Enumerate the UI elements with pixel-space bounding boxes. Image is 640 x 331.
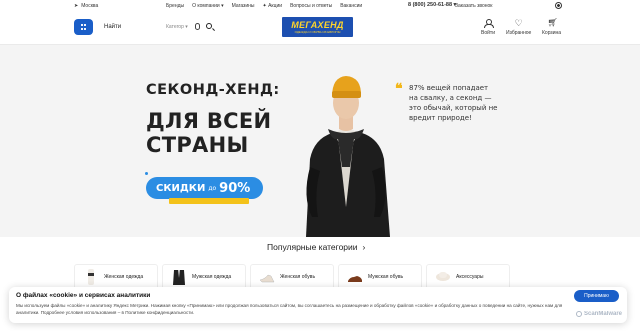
site-logo[interactable]: МЕГАХЕНД ОДЕЖДА И ОБУВЬ ИЗ ЕВРОПЫ (282, 17, 353, 37)
favorites-label: Избранное (506, 30, 532, 36)
top-link-brands[interactable]: Бренды (166, 3, 184, 9)
search-icon[interactable] (206, 23, 212, 29)
grid-icon (80, 24, 87, 30)
sale-note-strip (169, 198, 249, 204)
location-arrow-icon: ➤ (74, 3, 79, 9)
city-label: Москва (81, 3, 99, 9)
cart-button[interactable]: 🛒︎ Корзина (542, 18, 562, 37)
top-link-about[interactable]: О компании ▾ (192, 3, 223, 9)
cart-icon: 🛒︎ (547, 18, 558, 27)
chevron-right-icon: › (362, 242, 366, 252)
hero-title: СЕКОНД-ХЕНД: (146, 82, 280, 98)
phone-number[interactable]: 8 (800) 250-61-88 ▾ (408, 2, 456, 8)
microphone-icon[interactable] (195, 23, 200, 30)
login-label: Войти (481, 30, 495, 36)
category-label: Мужская одежда (192, 274, 232, 280)
watermark: ScanMalware (576, 311, 622, 317)
accessories-icon (436, 272, 450, 281)
cookie-text: Мы используем файлы «cookie» и аналитику… (16, 303, 563, 315)
page: ➤ Москва Бренды О компании ▾ Магазины ✦ … (0, 0, 640, 331)
hero-model-image (306, 76, 390, 237)
sparkle-icon (145, 172, 148, 175)
theme-toggle-icon[interactable] (555, 2, 562, 9)
sale-value: 90% (219, 180, 251, 196)
category-label: Женская обувь (280, 274, 316, 280)
hero-subtitle: ДЛЯ ВСЕЙ СТРАНЫ (146, 109, 271, 157)
user-icon (484, 19, 494, 28)
logo-wordmark: МЕГАХЕНД (291, 19, 344, 30)
top-bar: ➤ Москва Бренды О компании ▾ Магазины ✦ … (0, 0, 640, 12)
sale-do: до (208, 184, 217, 192)
watermark-label: ScanMalware (584, 311, 623, 317)
top-link-faq[interactable]: Вопросы и ответы (290, 3, 332, 9)
hero-subtitle-line1: ДЛЯ ВСЕЙ (146, 109, 272, 133)
category-label: Женская одежда (104, 274, 144, 280)
hero-quote: 87% вещей попадает на свалку, а секонд —… (409, 84, 498, 122)
cart-label: Корзина (542, 30, 562, 36)
accept-cookies-button[interactable]: Принимаю (574, 290, 619, 302)
category-label: Мужская обувь (368, 274, 404, 280)
search-category-select[interactable]: Категор ▾ (166, 24, 188, 30)
women-clothing-icon (88, 269, 94, 285)
city-selector[interactable]: ➤ Москва (74, 3, 98, 9)
cookie-banner: О файлах «cookie» и сервисах аналитики М… (9, 287, 627, 323)
sale-badge: СКИДКИ до 90% (146, 177, 263, 199)
logo-tagline: ОДЕЖДА И ОБУВЬ ИЗ ЕВРОПЫ (294, 29, 341, 34)
callback-link[interactable]: Заказать звонок (455, 3, 492, 9)
women-shoes-icon (259, 274, 275, 283)
hero-banner[interactable]: СЕКОНД-ХЕНД: ДЛЯ ВСЕЙ СТРАНЫ СКИДКИ до 9… (0, 45, 640, 237)
heart-icon: ♡ (514, 18, 523, 28)
men-shoes-icon (348, 276, 362, 282)
men-clothing-icon (173, 270, 185, 285)
category-label: Аксессуары (456, 274, 484, 280)
hero-subtitle-line2: СТРАНЫ (146, 133, 249, 157)
login-button[interactable]: Войти (481, 19, 495, 36)
watermark-icon (576, 311, 582, 317)
popular-categories-title[interactable]: Популярные категории › (267, 242, 365, 252)
cookie-title: О файлах «cookie» и сервисах аналитики (16, 292, 151, 299)
sale-prefix: СКИДКИ (156, 182, 206, 194)
top-links: Бренды О компании ▾ Магазины ✦ Акции Воп… (166, 3, 362, 9)
top-link-vacancies[interactable]: Вакансии (340, 3, 362, 9)
catalog-button[interactable] (74, 19, 93, 35)
quote-icon: ❝ (395, 81, 403, 97)
favorites-button[interactable]: ♡ Избранное (506, 18, 532, 37)
search-input[interactable]: Найти (104, 24, 121, 30)
top-link-stores[interactable]: Магазины (232, 3, 255, 9)
top-link-promo[interactable]: ✦ Акции (263, 3, 283, 9)
